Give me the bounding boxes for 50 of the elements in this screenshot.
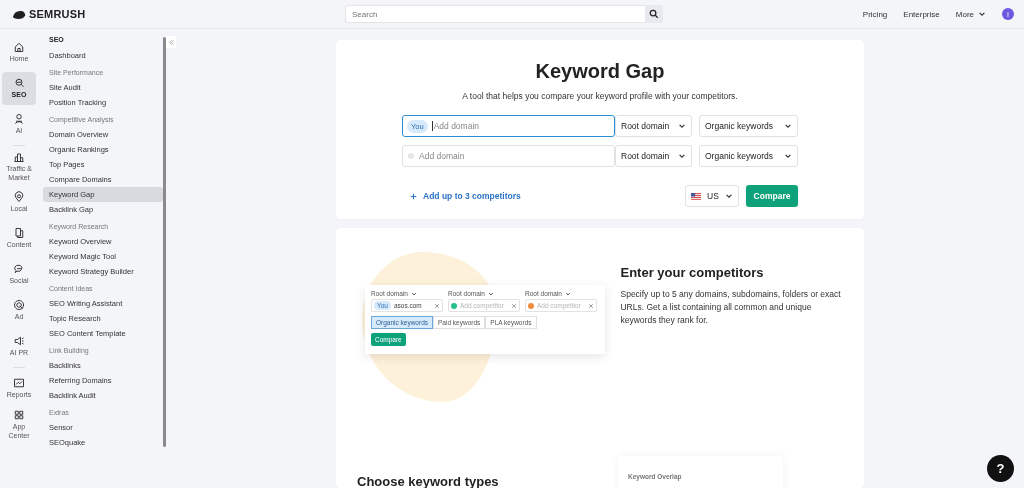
domain-field[interactable]: Add domain (402, 145, 615, 167)
page-subtitle: A tool that helps you compare your keyword profile with your competitors. (462, 91, 738, 101)
scrollbar[interactable] (163, 37, 166, 447)
country-dropdown[interactable]: US (685, 185, 739, 207)
more-menu[interactable]: More (955, 9, 986, 19)
chevron-down-icon (784, 122, 792, 130)
search-icon (649, 9, 659, 19)
logo-text: SEMRUSH (29, 8, 86, 20)
double-chevron-left-icon (167, 38, 175, 46)
chevron-down-icon (487, 290, 494, 297)
close-icon (588, 302, 594, 309)
person-icon (13, 113, 25, 126)
dot-icon (408, 153, 414, 159)
chart-icon (13, 377, 25, 390)
header-link[interactable]: Pricing (862, 9, 888, 19)
speech-bubble-icon (13, 263, 25, 276)
search-field[interactable]: Search (345, 5, 645, 23)
chevron-down-icon (678, 152, 686, 160)
scope-dropdown[interactable]: Root domain (615, 145, 692, 167)
chevron-down-icon (784, 152, 792, 160)
grid-icon (13, 409, 25, 422)
close-icon (434, 302, 440, 309)
house-icon (13, 41, 25, 54)
section-text: Specify up to 5 any domains, subdomains, folders or exact URLs. Get a list containing all common and unique keywords they rank for. (620, 288, 842, 328)
chevron-down-icon (564, 290, 571, 297)
logo[interactable]: SEMRUSH (12, 8, 345, 20)
help-button[interactable]: ? (987, 455, 1014, 482)
chevron-down-icon (725, 192, 733, 200)
add-competitors-link[interactable]: Add up to 3 competitors (402, 191, 521, 201)
scope-dropdown[interactable]: Root domain (615, 115, 692, 137)
target-icon (13, 299, 25, 312)
chevron-down-icon (410, 290, 417, 297)
header-link[interactable]: Enterprise (903, 9, 940, 19)
keyword-type-dropdown[interactable]: Organic keywords (699, 115, 798, 137)
magnifier-icon (13, 77, 25, 90)
documents-icon (13, 227, 25, 240)
search-button[interactable] (645, 5, 663, 23)
bar-chart-icon (13, 151, 25, 164)
section-heading: Choose keyword types (357, 474, 499, 488)
chevron-down-icon (678, 122, 686, 130)
collapse-button[interactable] (166, 36, 176, 48)
section-heading: Enter your competitors (620, 265, 765, 280)
chevron-down-icon (978, 10, 986, 18)
keyword-type-dropdown[interactable]: Organic keywords (699, 145, 798, 167)
plus-icon (410, 192, 417, 200)
page-title: Keyword Gap (535, 60, 665, 83)
close-icon (511, 302, 517, 309)
speaker-icon (13, 335, 25, 348)
map-pin-icon (13, 191, 25, 204)
flag-icon (691, 192, 701, 200)
